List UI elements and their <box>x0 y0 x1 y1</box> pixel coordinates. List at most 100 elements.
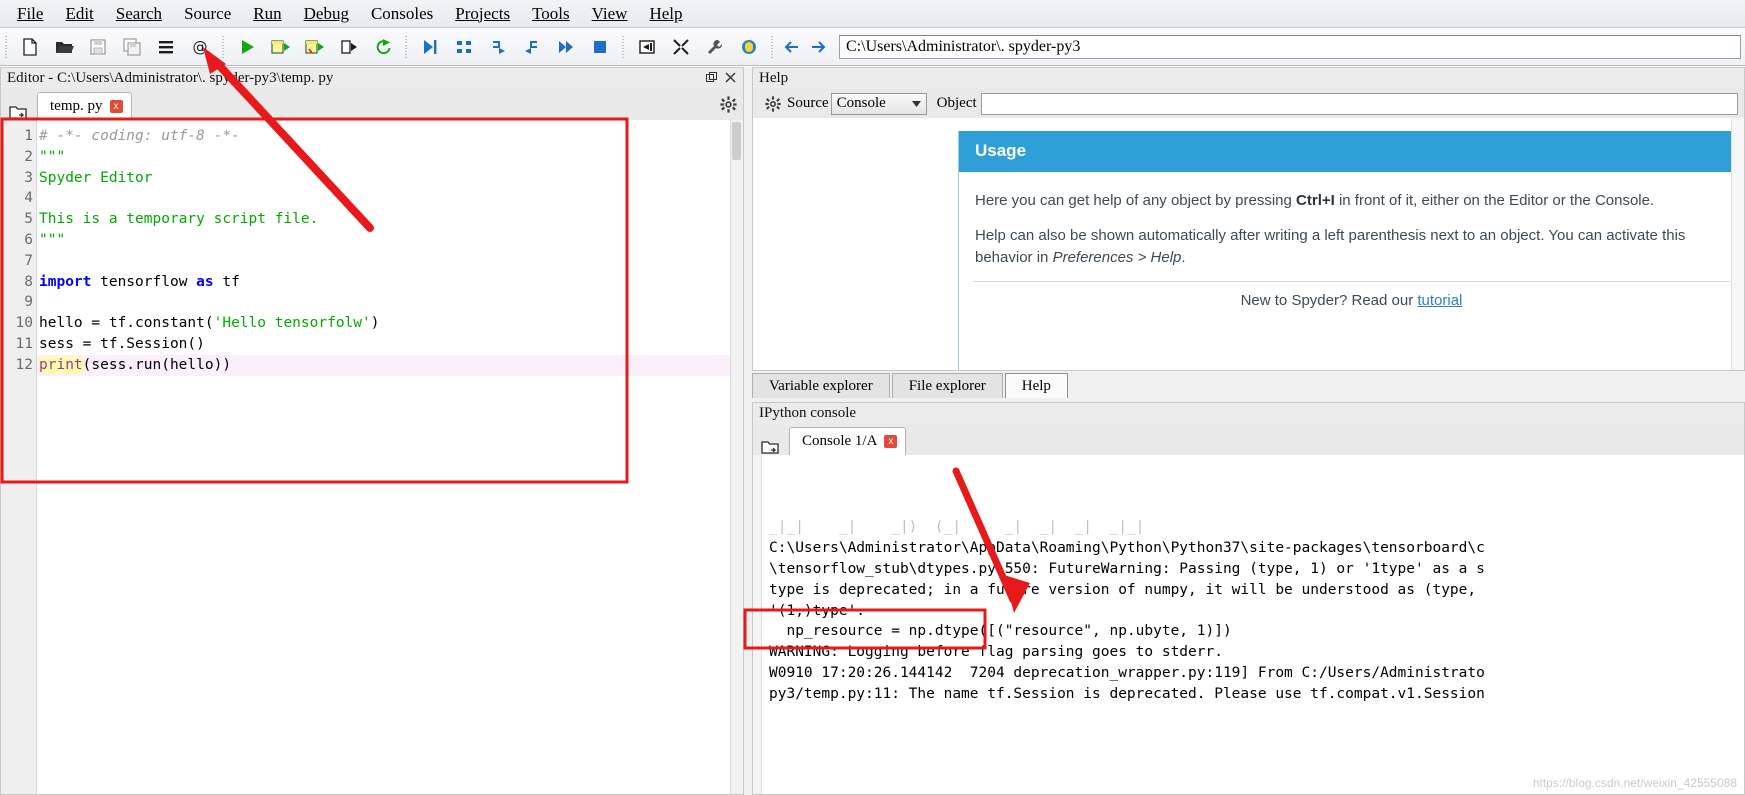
file-list-icon[interactable] <box>151 32 181 62</box>
help-object-input[interactable] <box>980 92 1738 115</box>
maximize-pane-icon[interactable] <box>632 32 662 62</box>
pythonpath-icon[interactable] <box>734 32 764 62</box>
menu-file[interactable]: File <box>6 2 54 26</box>
editor-scrollbar[interactable] <box>730 120 743 794</box>
console-line: py3/temp.py:11: The name tf.Session is d… <box>769 685 1485 702</box>
editor-tab-close-icon[interactable]: x <box>109 100 123 113</box>
toolbar-handle-1[interactable] <box>3 33 10 60</box>
code-token: """ <box>39 231 66 248</box>
continue-icon[interactable] <box>551 32 581 62</box>
console-output[interactable]: _|_| _| _|) (_| - _| _| _| _|_| C:\Users\… <box>752 455 1745 795</box>
help-title-bar: Help <box>752 67 1745 89</box>
editor-title: Editor - C:\Users\Administrator\. spyder… <box>7 70 334 86</box>
tab-variable-explorer[interactable]: Variable explorer <box>752 373 890 398</box>
save-file-icon[interactable] <box>83 32 113 62</box>
editor-tab-label: temp. py <box>50 98 103 114</box>
run-cell-advance-icon[interactable] <box>300 32 330 62</box>
code-line: This is a temporary script file. <box>37 209 743 230</box>
run-file-icon[interactable] <box>232 32 262 62</box>
console-line: WARNING: Logging before flag parsing goe… <box>769 644 1223 661</box>
menu-projects[interactable]: Projects <box>444 2 521 26</box>
run-selection-icon[interactable] <box>334 32 364 62</box>
console-tab-1a[interactable]: Console 1/A x <box>789 427 907 455</box>
menu-run[interactable]: Run <box>242 2 292 26</box>
editor-scrollbar-thumb[interactable] <box>732 122 741 160</box>
step-into-icon[interactable] <box>483 32 513 62</box>
tab-file-explorer[interactable]: File explorer <box>891 373 1003 398</box>
code-token: Spyder Editor <box>39 169 153 186</box>
console-tab-close-icon[interactable]: x <box>884 435 898 448</box>
menu-tools-label: Tools <box>532 3 570 23</box>
help-source-select[interactable]: Console <box>830 92 927 115</box>
menu-view[interactable]: View <box>581 2 639 26</box>
debug-file-icon[interactable] <box>415 32 445 62</box>
code-token: (sess.run(hello)) <box>82 356 232 373</box>
help-scrollbar[interactable] <box>1731 118 1744 370</box>
at-icon[interactable]: @ <box>185 32 215 62</box>
new-file-icon[interactable] <box>15 32 45 62</box>
rerun-icon[interactable] <box>368 32 398 62</box>
menu-source[interactable]: Source <box>173 2 242 26</box>
help-gear-icon[interactable] <box>765 95 781 112</box>
help-footer-text: New to Spyder? Read our <box>1240 292 1418 310</box>
close-icon[interactable] <box>725 72 736 85</box>
menu-file-label: File <box>17 3 44 23</box>
code-line: print(sess.run(hello)) <box>37 354 743 376</box>
save-all-icon[interactable] <box>117 32 147 62</box>
back-arrow-icon[interactable] <box>779 34 805 60</box>
tab-help[interactable]: Help <box>1004 373 1068 398</box>
line-number: 3 <box>24 169 33 186</box>
menu-search[interactable]: Search <box>105 2 173 26</box>
console-title: IPython console <box>759 405 857 421</box>
preferences-icon[interactable] <box>700 32 730 62</box>
console-line: W0910 17:20:26.144142 7204 deprecation_w… <box>769 664 1485 681</box>
menu-run-label: Run <box>253 3 282 23</box>
help-content: Usage Here you can get help of any objec… <box>752 118 1745 371</box>
toolbar-handle-5[interactable] <box>769 33 776 60</box>
line-number: 6 <box>24 231 33 248</box>
menubar: File Edit Search Source Run Debug Consol… <box>0 0 1745 28</box>
code-token: sess = tf.Session() <box>39 335 205 352</box>
help-source-value: Console <box>836 95 886 111</box>
undock-icon[interactable] <box>706 72 717 85</box>
path-input[interactable]: C:\Users\Administrator\. spyder-py3 <box>839 34 1741 59</box>
menu-tools[interactable]: Tools <box>521 2 581 26</box>
fullscreen-icon[interactable] <box>666 32 696 62</box>
step-over-icon[interactable] <box>449 32 479 62</box>
console-browse-icon[interactable] <box>761 439 779 455</box>
gear-icon[interactable] <box>720 96 737 113</box>
toolbar-handle-2[interactable] <box>220 33 227 60</box>
vertical-splitter[interactable] <box>744 67 752 795</box>
menu-consoles[interactable]: Consoles <box>360 2 444 26</box>
editor-code-area[interactable]: 1 2 3 4 5 6 7 8 9 10 11 12 # -*- coding:… <box>0 120 744 795</box>
open-file-icon[interactable] <box>49 32 79 62</box>
toolbar-handle-4[interactable] <box>620 33 627 60</box>
help-title: Help <box>759 70 789 86</box>
editor-tab-temp-py[interactable]: temp. py x <box>37 92 132 120</box>
line-number: 9 <box>24 294 33 311</box>
tutorial-link[interactable]: tutorial <box>1417 292 1462 309</box>
console-pane: IPython console Console 1/A x _|_| _| _|… <box>752 402 1745 795</box>
code-line: import tensorflow as tf <box>37 272 743 293</box>
menu-edit-label: Edit <box>65 3 94 23</box>
spyder-window: File Edit Search Source Run Debug Consol… <box>0 0 1745 795</box>
menu-help[interactable]: Help <box>638 2 693 26</box>
editor-source-text[interactable]: # -*- coding: utf-8 -*- """ Spyder Editor … <box>37 120 743 794</box>
step-return-icon[interactable] <box>517 32 547 62</box>
right-pane: Help Source Console Object Usage Here yo… <box>752 67 1745 795</box>
code-token: tensorflow <box>91 273 197 290</box>
browse-files-icon[interactable] <box>9 104 27 120</box>
help-footer: New to Spyder? Read our tutorial <box>959 282 1744 309</box>
toolbar-handle-3[interactable] <box>403 33 410 60</box>
code-line: """ <box>37 230 743 251</box>
menu-debug[interactable]: Debug <box>293 2 360 26</box>
code-token: hello = tf.constant( <box>39 315 214 332</box>
run-cell-icon[interactable] <box>266 32 296 62</box>
editor-title-bar: Editor - C:\Users\Administrator\. spyder… <box>0 67 744 89</box>
menu-edit[interactable]: Edit <box>54 2 104 26</box>
forward-arrow-icon[interactable] <box>805 34 831 60</box>
stop-debug-icon[interactable] <box>585 32 615 62</box>
code-token: import <box>39 273 92 290</box>
